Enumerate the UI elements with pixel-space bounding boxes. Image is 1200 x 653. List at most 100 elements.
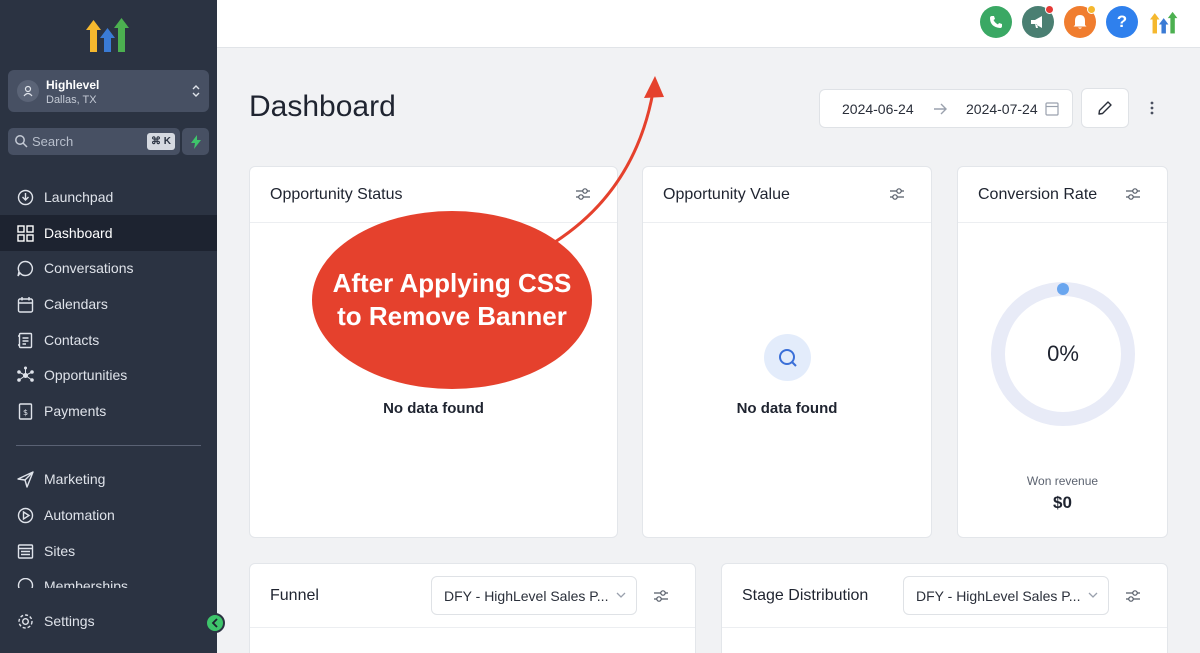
account-name: Highlevel	[46, 78, 100, 92]
filter-settings-icon[interactable]	[1125, 589, 1141, 603]
invoice-icon: $	[18, 402, 33, 420]
card-title: Opportunity Value	[663, 186, 790, 203]
pipeline-select[interactable]: DFY - HighLevel Sales P...	[903, 576, 1109, 615]
sidebar-item-label: Conversations	[44, 260, 134, 276]
card-divider	[643, 222, 931, 223]
pipeline-select-value: DFY - HighLevel Sales P...	[916, 588, 1081, 604]
sites-icon	[17, 543, 34, 559]
pipeline-select[interactable]: DFY - HighLevel Sales P...	[431, 576, 637, 615]
search-input[interactable]: Search ⌘ K	[8, 128, 180, 155]
pencil-icon	[1098, 101, 1112, 115]
sidebar-item-label: Marketing	[44, 471, 106, 487]
more-options-button[interactable]	[1144, 96, 1160, 120]
gear-icon	[18, 613, 33, 629]
sidebar-item-dashboard[interactable]: Dashboard	[0, 215, 217, 251]
calendar-icon	[17, 296, 34, 313]
notifications-badge	[1087, 5, 1096, 14]
empty-search-icon	[764, 334, 811, 381]
sidebar-item-marketing[interactable]: Marketing	[0, 461, 217, 497]
calendar-icon	[1045, 102, 1059, 116]
sidebar-item-opportunities[interactable]: Opportunities	[0, 357, 217, 393]
quick-actions-button[interactable]	[182, 128, 209, 155]
app-logo[interactable]	[86, 14, 130, 54]
funnel-card: Funnel DFY - HighLevel Sales P...	[249, 563, 696, 653]
search-placeholder: Search	[32, 134, 74, 149]
svg-text:$: $	[23, 408, 28, 417]
network-icon	[17, 366, 34, 382]
card-divider	[958, 222, 1167, 223]
chevron-updown-icon	[192, 85, 200, 97]
card-title: Opportunity Status	[270, 186, 403, 203]
sidebar-item-label: Calendars	[44, 296, 108, 312]
megaphone-icon	[1031, 16, 1042, 28]
help-button[interactable]: ?	[1106, 6, 1138, 38]
phone-button[interactable]	[980, 6, 1012, 38]
sidebar-item-calendars[interactable]: Calendars	[0, 286, 217, 322]
filter-settings-icon[interactable]	[1125, 187, 1141, 201]
filter-settings-icon[interactable]	[653, 589, 669, 603]
app-logo-small[interactable]	[1150, 8, 1178, 36]
card-title: Conversion Rate	[978, 186, 1098, 203]
filter-settings-icon[interactable]	[889, 187, 905, 201]
sidebar: Highlevel Dallas, TX Search ⌘ K Launchpa…	[0, 0, 217, 653]
announcement-button[interactable]	[1022, 5, 1054, 38]
annotation-arrow	[554, 76, 664, 244]
lightning-icon	[190, 134, 201, 149]
sidebar-item-automation[interactable]: Automation	[0, 497, 217, 533]
help-icon: ?	[1116, 12, 1128, 31]
sidebar-item-sites[interactable]: Sites	[0, 533, 217, 569]
collapse-sidebar-button[interactable]	[205, 613, 225, 633]
annotation-callout: After Applying CSS to Remove Banner	[312, 211, 592, 389]
card-title: Stage Distribution	[742, 587, 869, 604]
sidebar-item-settings[interactable]: Settings	[0, 603, 217, 639]
chevron-left-icon	[211, 618, 218, 628]
card-divider	[722, 627, 1167, 628]
won-revenue-value: $0	[1053, 493, 1072, 512]
arrow-right-icon	[934, 103, 947, 115]
sidebar-item-label: Contacts	[44, 332, 100, 348]
sidebar-item-label: Memberships	[44, 578, 129, 588]
edit-dashboard-button[interactable]	[1081, 88, 1129, 128]
rocket-icon	[17, 189, 34, 205]
sidebar-item-label: Opportunities	[44, 367, 128, 383]
phone-icon	[990, 16, 1002, 28]
annotation-line1: After Applying CSS	[332, 268, 572, 298]
search-shortcut: ⌘ K	[147, 133, 175, 150]
account-switcher[interactable]: Highlevel Dallas, TX	[8, 70, 209, 112]
conversion-ring: 0%	[988, 279, 1138, 429]
date-end: 2024-07-24	[966, 101, 1038, 117]
sidebar-item-launchpad[interactable]: Launchpad	[0, 179, 217, 215]
sidebar-item-label: Automation	[44, 507, 115, 523]
top-bar: ?	[217, 0, 1200, 48]
empty-state-text: No data found	[736, 400, 838, 417]
sidebar-item-label: Settings	[44, 613, 95, 629]
sidebar-item-label: Launchpad	[44, 189, 114, 205]
send-icon	[17, 470, 34, 488]
conversion-rate-card: Conversion Rate 0% Won revenue $0	[957, 166, 1168, 538]
conversion-rate-value: 0%	[1047, 341, 1079, 366]
sidebar-item-label: Sites	[44, 543, 76, 559]
empty-state-text: No data found	[383, 400, 484, 417]
notifications-button[interactable]	[1064, 5, 1096, 38]
sidebar-item-label: Dashboard	[44, 225, 113, 241]
sidebar-item-label: Payments	[44, 403, 107, 419]
card-divider	[250, 627, 695, 628]
date-range-picker[interactable]: 2024-06-24 2024-07-24	[819, 89, 1073, 128]
chevron-down-icon	[616, 592, 626, 598]
account-location: Dallas, TX	[46, 94, 97, 106]
annotation-line2: to Remove Banner	[337, 301, 567, 331]
date-start: 2024-06-24	[842, 101, 914, 117]
membership-icon	[17, 578, 34, 588]
location-avatar-icon	[17, 80, 39, 102]
sidebar-divider	[16, 445, 201, 446]
sidebar-item-payments[interactable]: $ Payments	[0, 393, 217, 429]
bell-icon	[1073, 15, 1087, 29]
sidebar-item-conversations[interactable]: Conversations	[0, 250, 217, 286]
sidebar-item-memberships[interactable]: Memberships	[0, 578, 217, 588]
grid-icon	[17, 224, 34, 242]
chat-icon	[17, 260, 34, 276]
sidebar-item-contacts[interactable]: Contacts	[0, 322, 217, 358]
card-title: Funnel	[270, 587, 319, 604]
stage-distribution-card: Stage Distribution DFY - HighLevel Sales…	[721, 563, 1168, 653]
search-icon	[15, 135, 28, 148]
